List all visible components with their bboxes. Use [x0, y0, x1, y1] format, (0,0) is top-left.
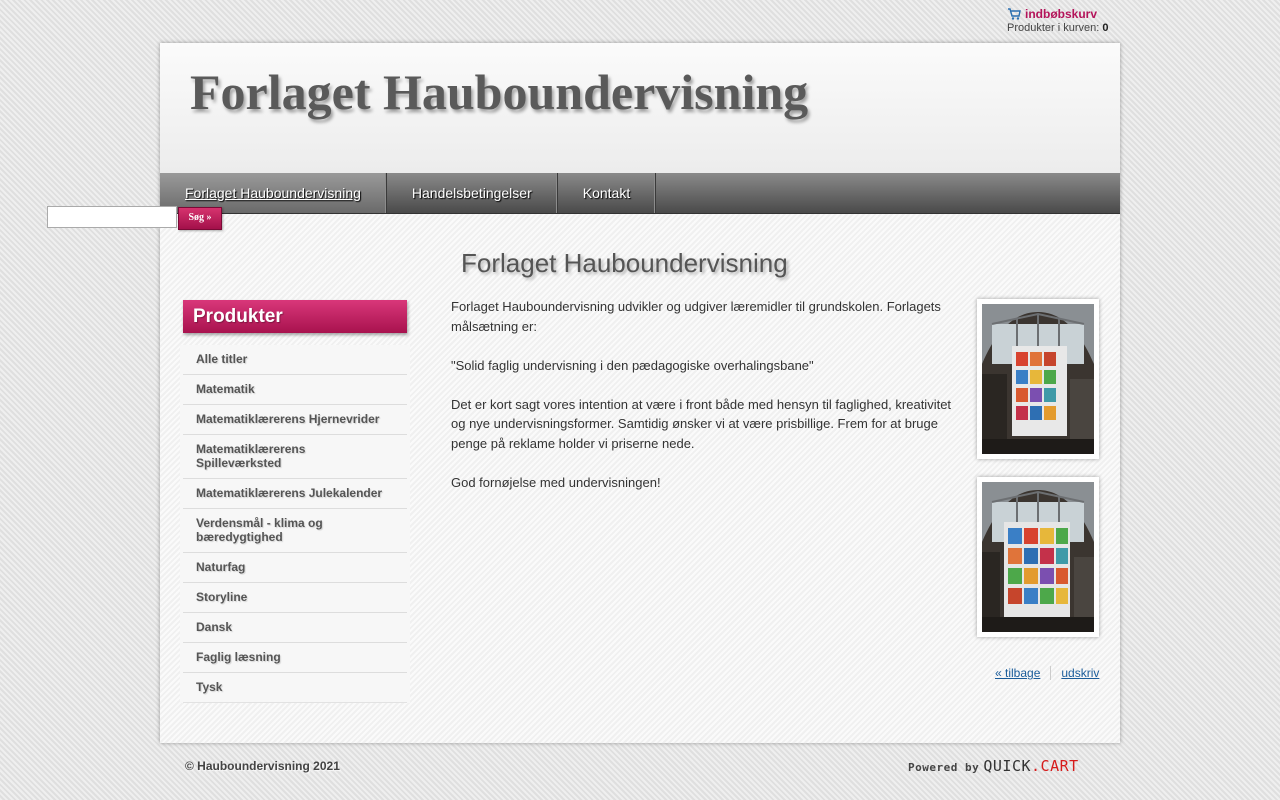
- intro-text: Forlaget Hauboundervisning udvikler og u…: [451, 297, 956, 512]
- page-links: « tilbage udskriv: [995, 666, 1099, 680]
- paragraph: Det er kort sagt vores intention at være…: [451, 396, 952, 451]
- products-list: Alle titler Matematik Matematiklærerens …: [180, 345, 410, 703]
- sidebar-item-dansk[interactable]: Dansk: [183, 613, 407, 643]
- main-nav: Forlaget Hauboundervisning Handelsbeting…: [160, 173, 1120, 214]
- cart-icon: [1007, 7, 1021, 21]
- footer-copyright: © Hauboundervisning 2021: [185, 759, 340, 773]
- search-input[interactable]: [47, 206, 177, 228]
- sidebar-item-hjernevrider[interactable]: Matematiklærerens Hjernevrider: [183, 405, 407, 435]
- nav-item-terms[interactable]: Handelsbetingelser: [387, 173, 558, 213]
- sidebar-item-verdensmaal[interactable]: Verdensmål - klima og bæredygtighed: [183, 509, 407, 553]
- bookstand-image: [982, 482, 1094, 632]
- shopping-cart-widget: indbøbskurv Produkter i kurven: 0: [1007, 7, 1109, 35]
- paragraph: Forlaget Hauboundervisning udvikler og u…: [451, 299, 941, 334]
- bookstand-image: [982, 304, 1094, 454]
- sidebar-item-all-titles[interactable]: Alle titler: [183, 345, 407, 375]
- nav-item-contact[interactable]: Kontakt: [558, 173, 657, 213]
- bookstand-photo[interactable]: [977, 299, 1099, 459]
- quickcart-brand-cart: CART: [1040, 757, 1079, 775]
- cart-count: 0: [1102, 22, 1109, 34]
- cart-link[interactable]: indbøbskurv: [1025, 7, 1097, 21]
- page-title: Forlaget Hauboundervisning: [461, 248, 788, 278]
- quickcart-dot: .: [1031, 757, 1041, 775]
- powered-by-text: Powered by: [908, 761, 980, 774]
- search-button[interactable]: Søg »: [178, 207, 222, 230]
- header: Forlaget Hauboundervisning: [160, 43, 1120, 173]
- products-heading: Produkter: [183, 300, 407, 333]
- paragraph: "Solid faglig undervisning i den pædagog…: [451, 357, 814, 373]
- sidebar-item-naturfag[interactable]: Naturfag: [183, 553, 407, 583]
- cart-count-line: Produkter i kurven: 0: [1007, 22, 1109, 35]
- print-link[interactable]: udskriv: [1051, 666, 1099, 680]
- sidebar-item-faglig-laesning[interactable]: Faglig læsning: [183, 643, 407, 673]
- cart-count-label: Produkter i kurven:: [1007, 22, 1100, 34]
- sidebar-item-tysk[interactable]: Tysk: [183, 673, 407, 703]
- sidebar-item-matematik[interactable]: Matematik: [183, 375, 407, 405]
- sidebar-item-storyline[interactable]: Storyline: [183, 583, 407, 613]
- sidebar-item-spillevaerksted[interactable]: Matematiklærerens Spilleværksted: [183, 435, 407, 479]
- back-link[interactable]: « tilbage: [995, 666, 1052, 680]
- sidebar-item-julekalender[interactable]: Matematiklærerens Julekalender: [183, 479, 407, 509]
- paragraph: God fornøjelse med undervisningen!: [451, 474, 661, 490]
- site-title[interactable]: Forlaget Hauboundervisning: [190, 63, 808, 121]
- bookstand-photo[interactable]: [977, 477, 1099, 637]
- powered-by-quickcart[interactable]: Powered by QUICK.CART: [908, 757, 1079, 775]
- quickcart-brand: QUICK: [983, 757, 1032, 775]
